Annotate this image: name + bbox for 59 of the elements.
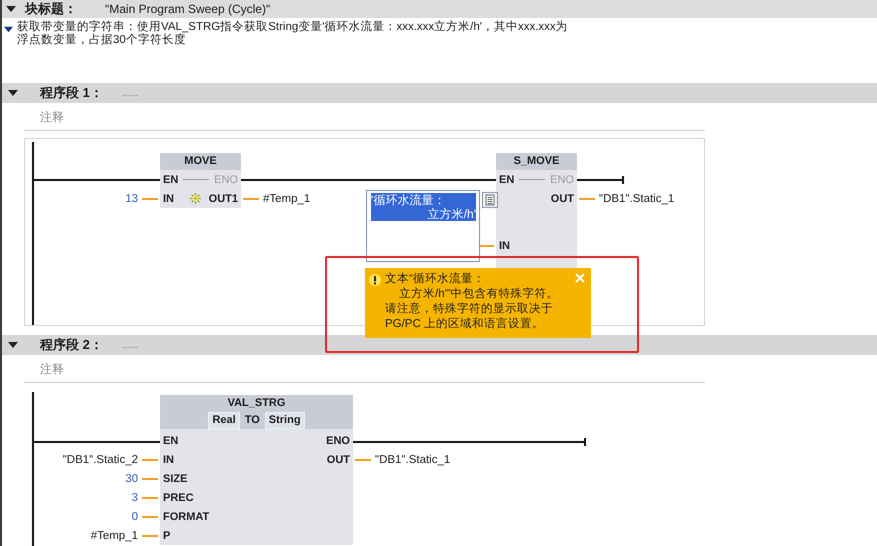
operand-label[interactable]: 30 xyxy=(125,473,138,486)
operand-editor-field[interactable]: '循环水流量： 立方米/h' xyxy=(366,190,480,262)
pin-label: IN xyxy=(163,192,174,204)
pin-label: IN xyxy=(163,454,174,466)
block-title-value: "Main Program Sweep (Cycle)" xyxy=(105,2,270,16)
caret-icon[interactable] xyxy=(8,340,18,350)
comment-field[interactable]: 注释 xyxy=(24,103,705,131)
power-line xyxy=(577,179,623,181)
operand-label[interactable]: "DB1".Static_1 xyxy=(375,454,450,466)
wire xyxy=(579,198,595,200)
operand-label[interactable]: 3 xyxy=(132,492,138,504)
block-title: MOVE xyxy=(160,153,241,170)
network-title: 程序段 1： xyxy=(40,84,104,102)
pin-label: FORMAT xyxy=(163,510,210,523)
wire xyxy=(355,459,371,462)
operand-label[interactable]: "DB1".Static_1 xyxy=(599,192,674,204)
pin-label: ENO xyxy=(326,435,350,448)
wire xyxy=(142,516,158,518)
operand-label[interactable]: #Temp_1 xyxy=(90,530,138,542)
operand-label[interactable]: 13 xyxy=(125,192,138,204)
caret-icon[interactable] xyxy=(4,25,13,34)
pin-label: PREC xyxy=(163,492,194,504)
wire xyxy=(142,496,158,499)
pin-label: OUT xyxy=(326,454,350,466)
line-end-mark xyxy=(622,176,624,184)
block-title-label: 块标题： xyxy=(25,0,78,18)
pin-label: SIZE xyxy=(163,473,188,486)
operand-label[interactable]: "DB1".Static_2 xyxy=(62,454,138,466)
pin-label: EN xyxy=(163,435,178,448)
wire xyxy=(142,459,158,462)
line-end-mark xyxy=(584,438,586,446)
operand-label[interactable]: 0 xyxy=(132,510,138,523)
comment-field[interactable]: 注释 xyxy=(24,355,705,383)
caret-icon[interactable] xyxy=(6,4,16,14)
pin-label: EN xyxy=(499,174,514,186)
pin-label: EN xyxy=(163,174,178,186)
pin-label: OUT1 xyxy=(208,192,238,204)
caret-icon[interactable] xyxy=(8,88,18,98)
network-title: 程序段 2： xyxy=(40,336,104,354)
warning-icon xyxy=(369,274,381,286)
pin-label: P xyxy=(163,530,170,542)
block-title: S_MOVE xyxy=(496,153,577,170)
type-keyword: TO xyxy=(244,413,261,428)
connector-line xyxy=(183,179,210,180)
operand-label[interactable]: #Temp_1 xyxy=(263,192,310,204)
block-comment: 获取带变量的字符串：使用VAL_STRG指令获取String变量'循环水流量：xxx.xxx立方米/h'，其中xxx.xxx为 浮点数变量，占据30个字符长度 xyxy=(17,21,568,48)
pin-label: ENO xyxy=(550,174,574,186)
pin-label: OUT xyxy=(550,192,574,204)
block-title: VAL_STRG xyxy=(160,395,353,412)
datatype-selector[interactable]: Real xyxy=(208,412,240,429)
pin-label: ENO xyxy=(214,174,238,186)
wire xyxy=(142,478,158,480)
datatype-selector[interactable]: String xyxy=(264,412,305,429)
connector-line xyxy=(519,179,546,180)
wire xyxy=(142,198,158,200)
wire xyxy=(243,198,259,200)
pin-label: IN xyxy=(499,240,510,252)
wire xyxy=(142,534,158,537)
list-icon[interactable] xyxy=(482,192,498,208)
